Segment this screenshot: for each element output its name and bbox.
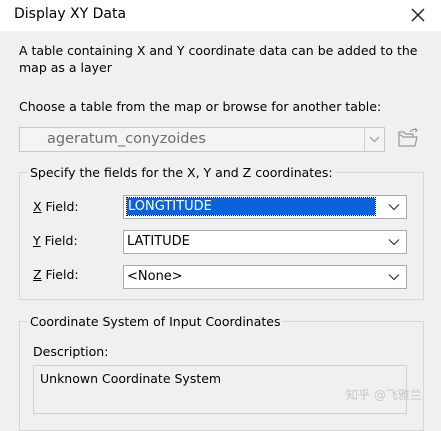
- y-field-select[interactable]: LATITUDE: [123, 230, 407, 254]
- chevron-down-icon: [388, 204, 400, 211]
- choose-table-label: Choose a table from the map or browse fo…: [19, 99, 382, 114]
- z-field-label: Z Field:: [33, 267, 79, 282]
- x-field-select[interactable]: LONGTITUDE: [123, 195, 407, 219]
- title-bar: Display XY Data: [0, 0, 441, 31]
- close-button[interactable]: [406, 3, 430, 27]
- z-field-value: <None>: [127, 269, 183, 284]
- intro-text-line1: A table containing X and Y coordinate da…: [19, 43, 418, 58]
- chevron-down-icon: [369, 136, 380, 143]
- table-combobox-arrow[interactable]: [364, 128, 384, 151]
- folder-browse-icon: [398, 128, 418, 147]
- x-field-label: X Field:: [33, 199, 79, 214]
- browse-button[interactable]: [396, 126, 420, 150]
- y-field-value: LATITUDE: [127, 234, 190, 249]
- description-label: Description:: [33, 344, 109, 359]
- table-combobox[interactable]: ageratum_conyzoides: [19, 127, 385, 152]
- y-field-label: Y Field:: [33, 233, 78, 248]
- description-value: Unknown Coordinate System: [40, 371, 222, 386]
- x-field-value: LONGTITUDE: [126, 197, 376, 216]
- table-combobox-value: ageratum_conyzoides: [47, 131, 206, 147]
- z-field-select[interactable]: <None>: [123, 265, 407, 289]
- close-icon: [411, 8, 425, 22]
- fields-group-label: Specify the fields for the X, Y and Z co…: [28, 165, 335, 180]
- watermark: 知乎 @飞雅兰: [346, 388, 422, 402]
- window-title: Display XY Data: [14, 6, 127, 22]
- chevron-down-icon: [388, 274, 400, 281]
- chevron-down-icon: [388, 239, 400, 246]
- coordinate-system-label: Coordinate System of Input Coordinates: [28, 314, 283, 329]
- intro-text-line2: map as a layer: [19, 60, 112, 75]
